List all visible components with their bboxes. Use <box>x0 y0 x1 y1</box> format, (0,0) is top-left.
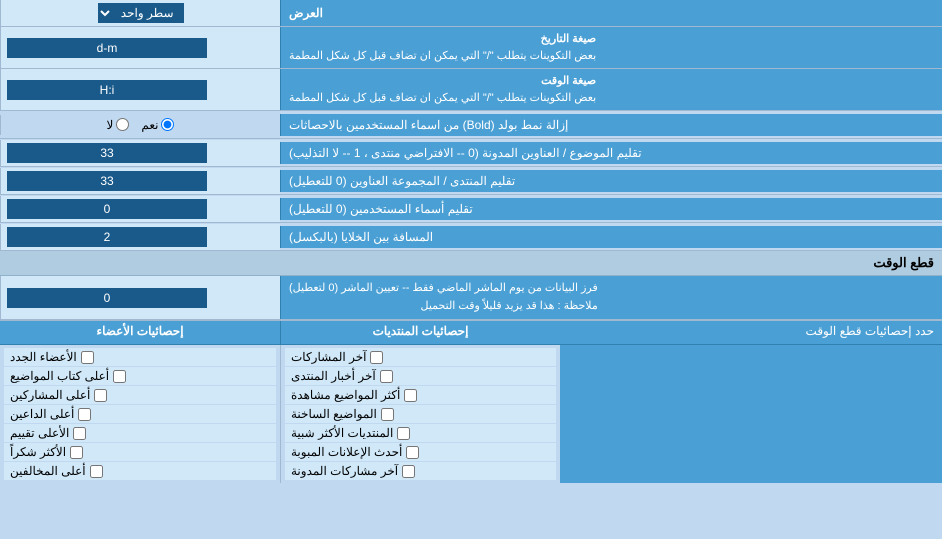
date-format-label: صيغة التاريخ بعض التكوينات يتطلب "/" الت… <box>280 27 942 68</box>
date-format-cell <box>0 27 280 68</box>
topic-trim-label: تقليم الموضوع / العناوين المدونة (0 -- ا… <box>280 142 942 164</box>
time-cut-main: فرز البيانات من يوم الماشر الماضي فقط --… <box>289 280 598 298</box>
col1-item-7: أعلى المخالفين <box>4 462 276 480</box>
col2-item-7: آخر مشاركات المدونة <box>285 462 556 480</box>
cb-top-participants[interactable] <box>94 389 107 402</box>
cb-most-similar-forums[interactable] <box>397 427 410 440</box>
bold-remove-label: إزالة نمط بولد (Bold) من اسماء المستخدمي… <box>280 114 942 136</box>
cb-last-forum-news[interactable] <box>380 370 393 383</box>
topic-trim-cell <box>0 140 280 166</box>
user-trim-label: تقليم أسماء المستخدمين (0 للتعطيل) <box>280 198 942 220</box>
cb-last-blog-posts[interactable] <box>402 465 415 478</box>
time-cut-section-header: قطع الوقت <box>0 251 942 276</box>
time-cut-label: فرز البيانات من يوم الماشر الماضي فقط --… <box>280 276 942 319</box>
time-format-title: صيغة الوقت <box>289 73 596 90</box>
bold-yes-radio[interactable] <box>161 118 174 131</box>
cb-top-violators[interactable] <box>90 465 103 478</box>
cb-hot-topics[interactable] <box>381 408 394 421</box>
bold-yes-option[interactable]: نعم <box>141 118 174 132</box>
time-cut-note: ملاحظة : هذا قد يزيد قليلاً وقت التحميل <box>289 298 598 316</box>
display-label: العرض <box>280 0 942 26</box>
col2-item-2: آخر أخبار المنتدى <box>285 367 556 385</box>
col1-item-4: أعلى الداعين <box>4 405 276 423</box>
col1-header: إحصائيات الأعضاء <box>0 321 280 344</box>
time-cut-cell <box>0 276 280 319</box>
bold-remove-cell: نعم لا <box>0 115 280 135</box>
display-select-cell: سطر واحد سطرين ثلاثة أسطر <box>0 0 280 26</box>
col1-item-3: أعلى المشاركين <box>4 386 276 404</box>
forum-trim-input[interactable] <box>7 171 207 191</box>
time-cut-input[interactable] <box>7 288 207 308</box>
bold-no-option[interactable]: لا <box>107 118 130 132</box>
cb-new-members[interactable] <box>81 351 94 364</box>
date-format-title: صيغة التاريخ <box>289 31 596 48</box>
col2-item-3: أكثر المواضيع مشاهدة <box>285 386 556 404</box>
col2-item-5: المنتديات الأكثر شبية <box>285 424 556 442</box>
col2-item-6: أحدث الإعلانات المبوبة <box>285 443 556 461</box>
time-format-hint: بعض التكوينات يتطلب "/" التي يمكن ان تضا… <box>289 90 596 107</box>
cb-top-rated[interactable] <box>73 427 86 440</box>
topic-trim-input[interactable] <box>7 143 207 163</box>
bold-no-radio[interactable] <box>116 118 129 131</box>
cb-top-topic-writers[interactable] <box>113 370 126 383</box>
cell-spacing-input[interactable] <box>7 227 207 247</box>
time-format-cell <box>0 69 280 110</box>
user-trim-cell <box>0 196 280 222</box>
cb-last-posts[interactable] <box>370 351 383 364</box>
col2-checkboxes: آخر المشاركات آخر أخبار المنتدى أكثر الم… <box>280 345 560 483</box>
date-format-hint: بعض التكوينات يتطلب "/" التي يمكن ان تضا… <box>289 48 596 65</box>
cb-most-viewed[interactable] <box>404 389 417 402</box>
col1-item-5: الأعلى تقييم <box>4 424 276 442</box>
bottom-right-filler <box>560 345 942 483</box>
forum-trim-cell <box>0 168 280 194</box>
cb-latest-classifieds[interactable] <box>406 446 419 459</box>
cell-spacing-label: المسافة بين الخلايا (بالبكسل) <box>280 226 942 248</box>
col1-item-2: أعلى كتاب المواضيع <box>4 367 276 385</box>
date-format-input[interactable] <box>7 38 207 58</box>
time-format-label: صيغة الوقت بعض التكوينات يتطلب "/" التي … <box>280 69 942 110</box>
col2-item-4: المواضيع الساخنة <box>285 405 556 423</box>
user-trim-input[interactable] <box>7 199 207 219</box>
col2-header: إحصائيات المنتديات <box>280 321 560 344</box>
col1-item-1: الأعضاء الجدد <box>4 348 276 366</box>
time-format-input[interactable] <box>7 80 207 100</box>
display-select[interactable]: سطر واحد سطرين ثلاثة أسطر <box>98 3 184 23</box>
col1-item-6: الأكثر شكراً <box>4 443 276 461</box>
bottom-right-label: حدد إحصائيات قطع الوقت <box>560 321 942 344</box>
cb-most-thanked[interactable] <box>70 446 83 459</box>
cell-spacing-cell <box>0 224 280 250</box>
col1-checkboxes: الأعضاء الجدد أعلى كتاب المواضيع أعلى ال… <box>0 345 280 483</box>
col2-item-1: آخر المشاركات <box>285 348 556 366</box>
cb-top-inviters[interactable] <box>78 408 91 421</box>
forum-trim-label: تقليم المنتدى / المجموعة العناوين (0 للت… <box>280 170 942 192</box>
